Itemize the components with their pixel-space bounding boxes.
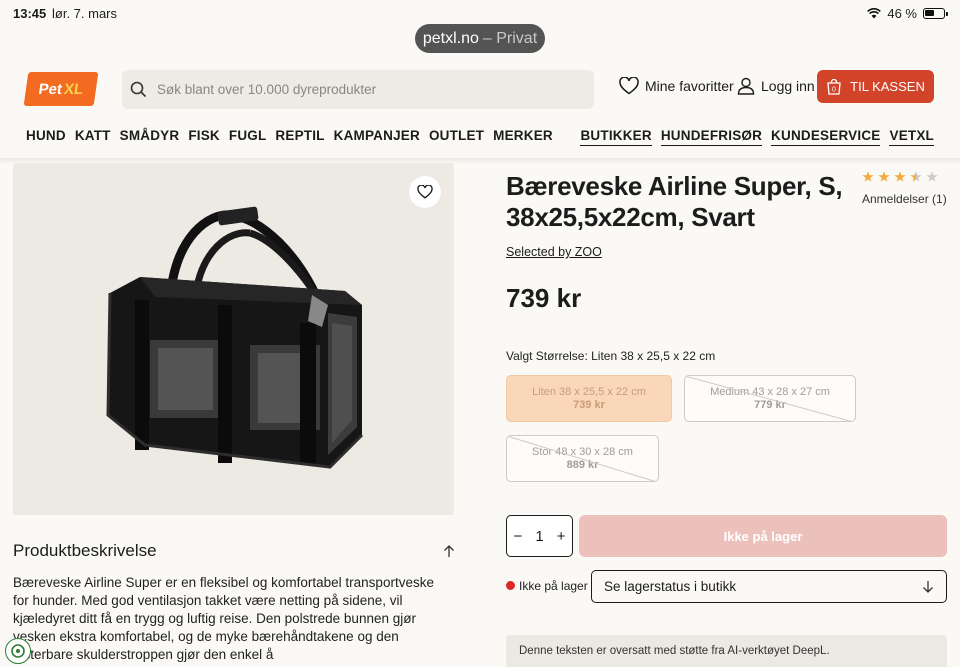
stock-status-dot: [506, 581, 515, 590]
favorites-link[interactable]: Mine favoritter: [619, 77, 734, 95]
brand-link[interactable]: Selected by ZOO: [506, 245, 602, 259]
reviews-link[interactable]: Anmeldelser (1): [862, 192, 947, 206]
status-right: 46 %: [867, 6, 948, 21]
store-stock-label: Se lagerstatus i butikk: [604, 579, 737, 594]
nav-katt[interactable]: KATT: [75, 128, 111, 143]
nav-kundeservice[interactable]: KUNDESERVICE: [771, 128, 881, 146]
nav-reptil[interactable]: REPTIL: [275, 128, 324, 143]
size-price: 739 kr: [573, 398, 605, 411]
unavailable-strike: [507, 436, 656, 481]
nav-fisk[interactable]: FISK: [188, 128, 220, 143]
star-icon: [926, 171, 938, 182]
battery-icon: [923, 8, 945, 19]
description-title[interactable]: Produktbeskrivelse: [13, 541, 157, 561]
main-nav: HUND KATT SMÅDYR FISK FUGL REPTIL KAMPAN…: [26, 128, 553, 143]
cart-icon: 0: [827, 78, 841, 95]
checkout-button[interactable]: 0 TIL KASSEN: [817, 70, 934, 103]
nav-merker[interactable]: MERKER: [493, 128, 553, 143]
heart-icon: [619, 77, 639, 95]
arrow-up-icon[interactable]: [443, 544, 455, 558]
status-bar: 13:45 lør. 7. mars 46 %: [0, 0, 960, 26]
nav-hundefrisor[interactable]: HUNDEFRISØR: [660, 128, 763, 146]
store-stock-select[interactable]: Se lagerstatus i butikk: [591, 570, 947, 603]
battery-tip: [946, 11, 948, 16]
size-option-small[interactable]: Liten 38 x 25,5 x 22 cm 739 kr: [506, 375, 672, 422]
add-to-favorites-button[interactable]: [409, 176, 441, 208]
star-icon: [862, 171, 874, 182]
status-time: 13:45: [13, 6, 47, 21]
secondary-nav: BUTIKKER HUNDEFRISØR KUNDESERVICE VETXL: [580, 128, 934, 146]
search-icon: [130, 81, 147, 98]
url-domain: petxl.no: [422, 29, 479, 47]
cookie-icon: [11, 644, 25, 658]
quantity-value[interactable]: 1: [535, 528, 543, 545]
description-body: Bæreveske Airline Super er en fleksibel …: [13, 575, 434, 662]
add-to-cart-button[interactable]: Ikke på lager: [579, 515, 947, 557]
star-icon: [894, 171, 906, 182]
cart-count: 0: [832, 86, 836, 93]
logo-xl: XL: [62, 80, 85, 98]
quantity-decrease-button[interactable]: −: [514, 528, 523, 545]
nav-fugl[interactable]: FUGL: [229, 128, 267, 143]
quantity-increase-button[interactable]: +: [557, 528, 566, 545]
nav-vetxl[interactable]: VETXL: [889, 128, 934, 146]
url-pill[interactable]: petxl.no – Privat: [415, 24, 545, 53]
rating-stars[interactable]: [862, 171, 938, 183]
petxl-logo[interactable]: Pet XL: [23, 72, 99, 106]
size-option-large[interactable]: Stor 48 x 30 x 28 cm 889 kr: [506, 435, 659, 482]
star-icon: [878, 171, 890, 182]
size-name: Liten 38 x 25,5 x 22 cm: [532, 385, 646, 398]
product-price: 739 kr: [506, 283, 582, 313]
nav-smadyr[interactable]: SMÅDYR: [120, 128, 180, 143]
checkout-label: TIL KASSEN: [850, 79, 925, 94]
cookie-settings-button[interactable]: [5, 638, 31, 664]
arrow-down-icon: [923, 580, 933, 593]
heart-icon: [417, 185, 433, 199]
quantity-stepper: − 1 +: [506, 515, 573, 557]
product-title: Bæreveske Airline Super, S, 38x25,5x22cm…: [506, 171, 843, 232]
nav-outlet[interactable]: OUTLET: [429, 128, 484, 143]
favorites-label: Mine favoritter: [645, 78, 734, 94]
login-label: Logg inn: [761, 78, 815, 94]
wifi-icon: [867, 8, 882, 19]
translation-notice: Denne teksten er oversatt med støtte fra…: [506, 635, 947, 667]
unavailable-strike: [685, 376, 852, 421]
carrier-bag-image: [106, 206, 364, 469]
battery-percent: 46 %: [887, 6, 917, 21]
star-icon: [910, 171, 922, 182]
login-link[interactable]: Logg inn: [737, 77, 815, 95]
nav-butikker[interactable]: BUTIKKER: [580, 128, 652, 146]
size-option-medium[interactable]: Medium 43 x 28 x 27 cm 779 kr: [684, 375, 856, 422]
search-bar[interactable]: [122, 70, 594, 109]
nav-kampanjer[interactable]: KAMPANJER: [334, 128, 420, 143]
search-input[interactable]: [157, 82, 577, 97]
selected-size-label: Valgt Størrelse: Liten 38 x 25,5 x 22 cm: [506, 349, 716, 363]
url-mode: – Privat: [482, 29, 538, 47]
status-date: lør. 7. mars: [52, 6, 118, 21]
user-icon: [737, 77, 755, 95]
nav-hund[interactable]: HUND: [26, 128, 66, 143]
stock-status-text: Ikke på lager: [519, 579, 588, 593]
logo-pet: Pet: [37, 80, 64, 98]
